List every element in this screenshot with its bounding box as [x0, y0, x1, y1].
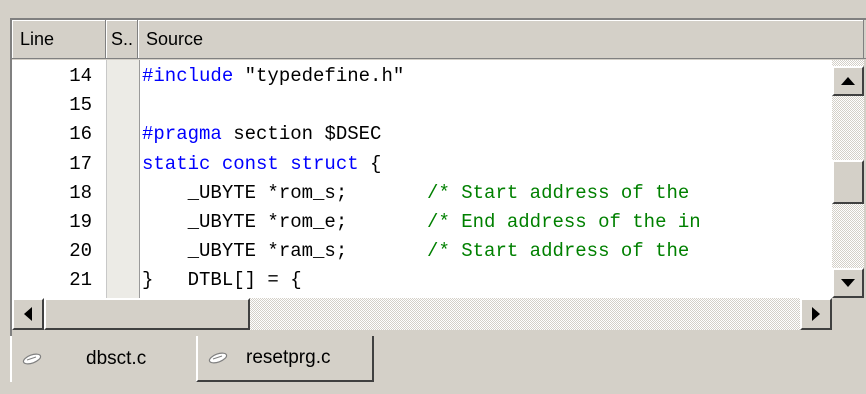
vertical-scrollbar[interactable]	[832, 60, 864, 298]
arrow-left-icon	[24, 307, 32, 321]
keyword-token: #include	[142, 65, 234, 87]
tab-resetprg[interactable]: resetprg.c	[196, 336, 374, 382]
line-number: 18	[69, 181, 92, 204]
line-number: 20	[69, 240, 92, 263]
code-token: "typedefine.h"	[233, 65, 405, 87]
comment-token: /* Start address of the	[427, 240, 701, 263]
code-line[interactable]: 21 } DTBL[] = {	[12, 266, 832, 295]
code-line[interactable]: 17 static const struct {	[12, 150, 832, 179]
scroll-left-button[interactable]	[12, 298, 44, 330]
file-tabs: dbsct.c resetprg.c	[0, 336, 866, 394]
source-editor: Line S.. Source 14 #include "typedefine.h…	[10, 18, 866, 336]
code-token: } DTBL[] = {	[142, 269, 302, 292]
source-text: _UBYTE *rom_e; /* End address of the in	[142, 208, 701, 237]
code-line[interactable]: 15	[12, 91, 832, 120]
source-text: #include "typedefine.h"	[142, 62, 404, 91]
code-line[interactable]: 19 _UBYTE *rom_e; /* End address of the …	[12, 208, 832, 237]
tab-dbsct[interactable]: dbsct.c	[10, 336, 196, 382]
code-token: _UBYTE *rom_s;	[142, 181, 428, 204]
code-token: section $DSEC	[221, 123, 382, 146]
code-line[interactable]: 16 #pragma section $DSEC	[12, 120, 832, 149]
horizontal-scrollbar[interactable]	[12, 298, 864, 330]
column-header: Line S.. Source	[12, 20, 866, 59]
file-icon	[208, 352, 228, 364]
keyword-token: #pragma	[142, 123, 222, 146]
source-text: _UBYTE *rom_s; /* Start address of the	[142, 179, 701, 208]
file-icon	[22, 353, 42, 365]
arrow-down-icon	[841, 279, 855, 287]
comment-token: /* Start address of the	[427, 181, 701, 204]
source-text: #pragma section $DSEC	[142, 120, 381, 149]
column-header-status[interactable]: S..	[106, 20, 138, 58]
source-text: } DTBL[] = {	[142, 266, 302, 295]
line-number: 19	[69, 211, 92, 233]
code-token: {	[358, 152, 382, 175]
line-number: 16	[69, 123, 92, 146]
code-line[interactable]: 20 _UBYTE *ram_s; /* Start address of th…	[12, 237, 832, 266]
keyword-token: static const struct	[142, 152, 359, 175]
line-number: 17	[69, 152, 92, 175]
code-line[interactable]: 14 #include "typedefine.h"	[12, 62, 832, 91]
source-text: _UBYTE *ram_s; /* Start address of the	[142, 237, 701, 266]
arrow-up-icon	[841, 77, 855, 85]
scroll-down-button[interactable]	[832, 268, 864, 298]
line-number: 15	[69, 94, 92, 117]
arrow-right-icon	[812, 307, 820, 321]
comment-token: /* End address of the in	[427, 211, 701, 233]
column-header-source[interactable]: Source	[138, 20, 864, 58]
line-number: 14	[69, 65, 92, 87]
vertical-scroll-thumb[interactable]	[832, 160, 864, 204]
source-text: static const struct {	[142, 150, 381, 179]
line-number: 21	[69, 269, 92, 292]
code-line[interactable]: 18 _UBYTE *rom_s; /* Start address of th…	[12, 179, 832, 208]
scroll-right-button[interactable]	[800, 298, 832, 330]
scrollbar-corner	[832, 298, 864, 330]
tab-label: resetprg.c	[246, 347, 331, 368]
horizontal-scroll-thumb[interactable]	[44, 298, 250, 330]
scroll-up-button[interactable]	[832, 66, 864, 96]
code-token: _UBYTE *ram_s;	[142, 240, 428, 263]
column-header-line[interactable]: Line	[12, 20, 106, 58]
code-area[interactable]: 14 #include "typedefine.h" 15 16 #pragma sec…	[12, 60, 864, 298]
tab-label: dbsct.c	[86, 348, 147, 369]
code-token: _UBYTE *rom_e;	[142, 211, 428, 233]
